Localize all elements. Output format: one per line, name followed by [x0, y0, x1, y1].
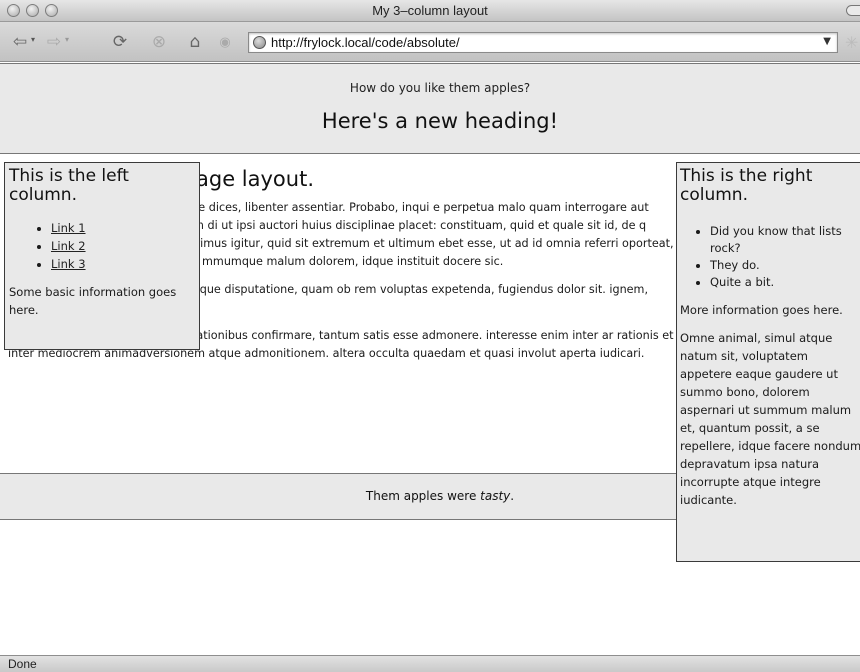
back-history-caret-icon[interactable]: ▾: [31, 35, 35, 44]
list-item: They do.: [710, 257, 860, 274]
forward-arrow-icon[interactable]: ⇨: [42, 31, 66, 53]
list-item: Did you know that lists rock?: [710, 223, 860, 257]
window-title: My 3–column layout: [372, 3, 488, 18]
forward-history-caret-icon[interactable]: ▾: [65, 35, 69, 44]
left-column: This is the left column. Link 1 Link 2 L…: [4, 162, 200, 350]
address-bar[interactable]: http://frylock.local/code/absolute/ ▼: [248, 32, 838, 53]
home-icon[interactable]: ⌂: [183, 31, 207, 53]
loading-spinner-icon: ✳: [845, 33, 859, 52]
footer-emphasis: tasty: [480, 489, 511, 503]
link-2[interactable]: Link 2: [51, 239, 86, 253]
header-tagline: How do you like them apples?: [349, 81, 531, 95]
right-column: This is the right column. Did you know t…: [676, 162, 860, 562]
right-column-paragraph: Omne animal, simul atque natum sit, volu…: [680, 331, 860, 507]
page-header: How do you like them apples? Here's a ne…: [0, 63, 860, 154]
status-bar: Done: [0, 655, 860, 672]
status-text: Done: [8, 657, 37, 671]
left-column-link-list: Link 1 Link 2 Link 3: [51, 219, 195, 273]
link-1[interactable]: Link 1: [51, 221, 86, 235]
left-column-info: Some basic information goes here.: [9, 285, 177, 317]
link-3[interactable]: Link 3: [51, 257, 86, 271]
right-column-info: More information goes here.: [680, 303, 843, 317]
list-item: Link 1: [51, 219, 195, 237]
browser-toolbar: ⇦ ▾ ⇨ ▾ ⟳ ⊗ ⌂ ◉ http://frylock.local/cod…: [0, 22, 860, 62]
bookmark-icon[interactable]: ◉: [213, 31, 237, 53]
window-titlebar: My 3–column layout: [0, 0, 860, 22]
footer-text-prefix: Them apples were: [365, 489, 481, 503]
back-arrow-icon[interactable]: ⇦: [8, 31, 32, 53]
address-text[interactable]: http://frylock.local/code/absolute/: [271, 35, 460, 50]
list-item: Quite a bit.: [710, 274, 860, 291]
left-column-title: This is the left column.: [9, 166, 129, 205]
footer-text-suffix: .: [510, 489, 515, 503]
address-history-dropdown-icon[interactable]: ▼: [823, 36, 831, 47]
main-heading: age layout.: [196, 167, 314, 191]
stop-icon[interactable]: ⊗: [147, 31, 171, 53]
globe-icon: [253, 36, 266, 49]
list-item: Link 2: [51, 237, 195, 255]
toolbar-toggle-button[interactable]: [846, 5, 860, 16]
header-heading: Here's a new heading!: [321, 109, 559, 133]
list-item: Link 3: [51, 255, 195, 273]
right-column-list: Did you know that lists rock? They do. Q…: [710, 223, 860, 291]
reload-icon[interactable]: ⟳: [108, 31, 132, 53]
page-viewport: How do you like them apples? Here's a ne…: [0, 63, 860, 655]
right-column-title: This is the right column.: [680, 166, 813, 205]
